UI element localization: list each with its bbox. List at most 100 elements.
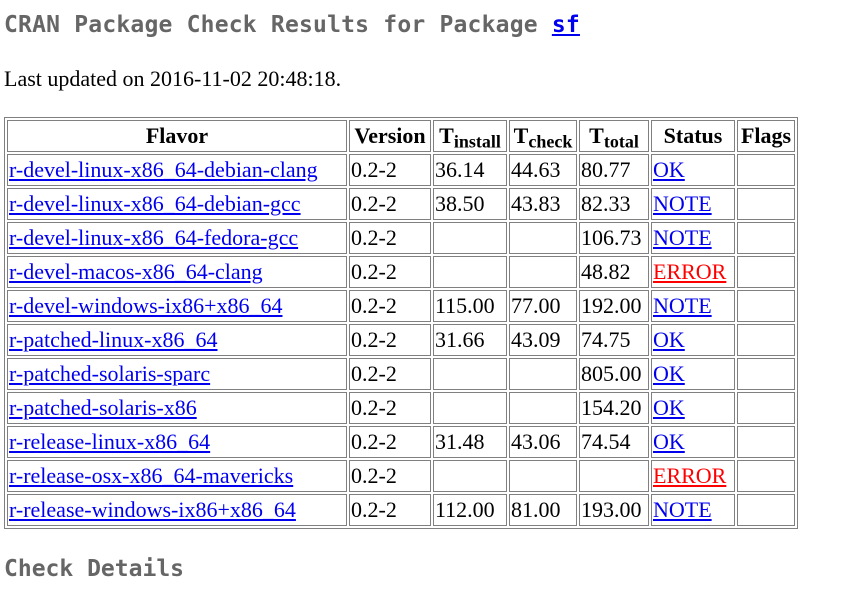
status-link[interactable]: OK bbox=[653, 361, 685, 386]
col-header-t-check: Tcheck bbox=[509, 120, 577, 152]
flavor-link[interactable]: r-devel-macos-x86_64-clang bbox=[9, 259, 263, 284]
flavor-cell: r-patched-linux-x86_64 bbox=[7, 324, 347, 356]
flavor-cell: r-devel-linux-x86_64-fedora-gcc bbox=[7, 222, 347, 254]
t-check-sub: check bbox=[528, 131, 573, 152]
version-cell: 0.2-2 bbox=[349, 154, 431, 186]
flavor-cell: r-patched-solaris-x86 bbox=[7, 392, 347, 424]
t-total-cell: 80.77 bbox=[579, 154, 649, 186]
flavor-link[interactable]: r-devel-linux-x86_64-debian-gcc bbox=[9, 191, 301, 216]
t-check-cell bbox=[509, 222, 577, 254]
table-row: r-release-windows-ix86+x86_64 0.2-2 112.00… bbox=[7, 494, 795, 526]
package-link[interactable]: sf bbox=[552, 12, 580, 38]
status-cell: OK bbox=[651, 154, 735, 186]
flavor-cell: r-devel-macos-x86_64-clang bbox=[7, 256, 347, 288]
flags-cell bbox=[737, 358, 795, 390]
version-cell: 0.2-2 bbox=[349, 426, 431, 458]
t-install-cell bbox=[433, 392, 507, 424]
t-install-cell: 31.66 bbox=[433, 324, 507, 356]
flavor-link[interactable]: r-release-windows-ix86+x86_64 bbox=[9, 497, 296, 522]
t-check-cell: 43.09 bbox=[509, 324, 577, 356]
t-total-cell: 74.54 bbox=[579, 426, 649, 458]
flavor-cell: r-release-linux-x86_64 bbox=[7, 426, 347, 458]
status-cell: OK bbox=[651, 392, 735, 424]
flavor-cell: r-devel-windows-ix86+x86_64 bbox=[7, 290, 347, 322]
version-cell: 0.2-2 bbox=[349, 256, 431, 288]
flavor-link[interactable]: r-devel-linux-x86_64-debian-clang bbox=[9, 157, 318, 182]
status-link[interactable]: NOTE bbox=[653, 497, 712, 522]
flags-cell bbox=[737, 392, 795, 424]
flavor-link[interactable]: r-release-osx-x86_64-mavericks bbox=[9, 463, 293, 488]
t-total-cell: 805.00 bbox=[579, 358, 649, 390]
t-check-cell: 43.83 bbox=[509, 188, 577, 220]
flags-cell bbox=[737, 290, 795, 322]
status-cell: NOTE bbox=[651, 222, 735, 254]
flags-cell bbox=[737, 324, 795, 356]
version-cell: 0.2-2 bbox=[349, 494, 431, 526]
flavor-link[interactable]: r-devel-linux-x86_64-fedora-gcc bbox=[9, 225, 298, 250]
t-install-cell bbox=[433, 222, 507, 254]
status-link[interactable]: NOTE bbox=[653, 191, 712, 216]
flags-cell bbox=[737, 494, 795, 526]
t-check-cell bbox=[509, 392, 577, 424]
table-row: r-release-osx-x86_64-mavericks 0.2-2 ERROR bbox=[7, 460, 795, 492]
table-row: r-patched-linux-x86_64 0.2-2 31.66 43.09 74.… bbox=[7, 324, 795, 356]
t-total-cell: 193.00 bbox=[579, 494, 649, 526]
flags-cell bbox=[737, 426, 795, 458]
status-link[interactable]: ERROR bbox=[653, 463, 726, 488]
flags-cell bbox=[737, 460, 795, 492]
table-header-row: Flavor Version Tinstall Tcheck Ttotal St… bbox=[7, 120, 795, 152]
t-total-cell: 82.33 bbox=[579, 188, 649, 220]
flavor-link[interactable]: r-release-linux-x86_64 bbox=[9, 429, 210, 454]
status-link[interactable]: OK bbox=[653, 327, 685, 352]
flavor-link[interactable]: r-devel-windows-ix86+x86_64 bbox=[9, 293, 282, 318]
status-link[interactable]: NOTE bbox=[653, 225, 712, 250]
t-total-main: T bbox=[589, 123, 604, 148]
flags-cell bbox=[737, 256, 795, 288]
version-cell: 0.2-2 bbox=[349, 188, 431, 220]
t-check-cell: 77.00 bbox=[509, 290, 577, 322]
version-cell: 0.2-2 bbox=[349, 460, 431, 492]
t-check-cell: 44.63 bbox=[509, 154, 577, 186]
flavor-cell: r-release-windows-ix86+x86_64 bbox=[7, 494, 347, 526]
version-cell: 0.2-2 bbox=[349, 222, 431, 254]
t-install-cell bbox=[433, 256, 507, 288]
status-link[interactable]: OK bbox=[653, 395, 685, 420]
t-install-cell: 31.48 bbox=[433, 426, 507, 458]
table-body: r-devel-linux-x86_64-debian-clang 0.2-2 36… bbox=[7, 154, 795, 526]
status-link[interactable]: ERROR bbox=[653, 259, 726, 284]
status-cell: NOTE bbox=[651, 188, 735, 220]
status-link[interactable]: NOTE bbox=[653, 293, 712, 318]
t-install-cell bbox=[433, 358, 507, 390]
col-header-t-total: Ttotal bbox=[579, 120, 649, 152]
t-check-cell bbox=[509, 358, 577, 390]
t-total-cell: 192.00 bbox=[579, 290, 649, 322]
flavor-link[interactable]: r-patched-solaris-x86 bbox=[9, 395, 197, 420]
status-cell: OK bbox=[651, 324, 735, 356]
table-row: r-devel-linux-x86_64-debian-clang 0.2-2 36… bbox=[7, 154, 795, 186]
flavor-cell: r-devel-linux-x86_64-debian-gcc bbox=[7, 188, 347, 220]
check-details-heading: Check Details bbox=[4, 556, 185, 582]
t-total-cell: 48.82 bbox=[579, 256, 649, 288]
flavor-link[interactable]: r-patched-solaris-sparc bbox=[9, 361, 210, 386]
status-cell: OK bbox=[651, 426, 735, 458]
status-cell: OK bbox=[651, 358, 735, 390]
col-header-version: Version bbox=[349, 120, 431, 152]
status-cell: ERROR bbox=[651, 256, 735, 288]
col-header-flavor: Flavor bbox=[7, 120, 347, 152]
flavor-link[interactable]: r-patched-linux-x86_64 bbox=[9, 327, 218, 352]
status-link[interactable]: OK bbox=[653, 157, 685, 182]
table-row: r-patched-solaris-sparc 0.2-2 805.00 OK bbox=[7, 358, 795, 390]
t-check-main: T bbox=[513, 123, 529, 148]
table-row: r-release-linux-x86_64 0.2-2 31.48 43.06 74.… bbox=[7, 426, 795, 458]
t-install-cell: 38.50 bbox=[433, 188, 507, 220]
t-check-cell bbox=[509, 460, 577, 492]
status-cell: NOTE bbox=[651, 494, 735, 526]
table-row: r-patched-solaris-x86 0.2-2 154.20 OK bbox=[7, 392, 795, 424]
flavor-cell: r-release-osx-x86_64-mavericks bbox=[7, 460, 347, 492]
t-install-cell: 112.00 bbox=[433, 494, 507, 526]
flags-cell bbox=[737, 222, 795, 254]
t-check-cell: 81.00 bbox=[509, 494, 577, 526]
status-link[interactable]: OK bbox=[653, 429, 685, 454]
table-row: r-devel-linux-x86_64-fedora-gcc 0.2-2 106.… bbox=[7, 222, 795, 254]
t-install-main: T bbox=[439, 123, 454, 148]
